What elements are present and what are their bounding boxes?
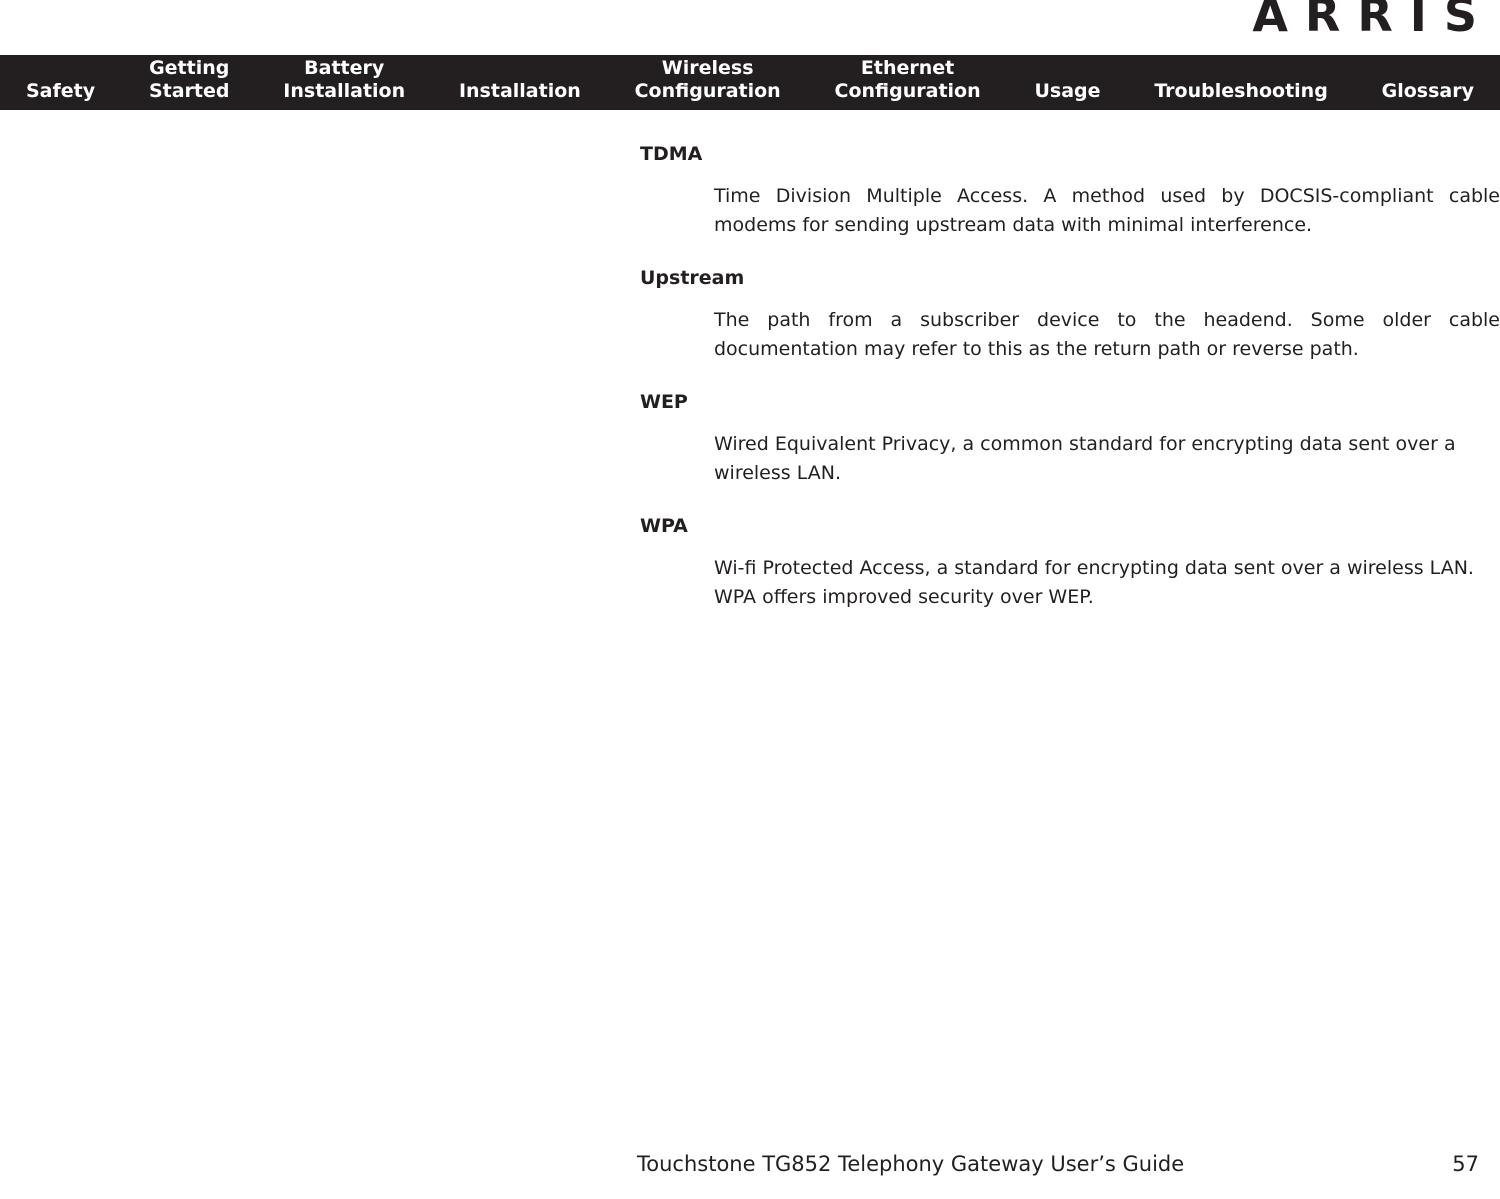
nav-item-label: Configuration	[634, 80, 781, 102]
nav-item-label: Safety	[26, 80, 96, 102]
glossary-term: WEP	[640, 391, 688, 413]
nav-item-troubleshooting[interactable]: Troubleshooting	[1154, 80, 1328, 103]
nav-item-label: Glossary	[1381, 80, 1474, 102]
glossary-definition: Time Division Multiple Access. A method …	[714, 185, 1500, 236]
nav-item-label: Started	[148, 80, 230, 102]
arris-logo: ARRIS	[1252, 0, 1494, 42]
nav-item-label: Getting	[149, 57, 230, 79]
nav-item-label: Wireless	[661, 57, 754, 79]
glossary-term: Upstream	[640, 267, 745, 289]
nav-item-label: Battery	[304, 57, 385, 79]
nav-item-label: Ethernet	[860, 57, 955, 79]
glossary-term: TDMA	[640, 143, 703, 165]
nav-item-safety[interactable]: Safety	[26, 80, 95, 103]
nav-item-label: Troubleshooting	[1154, 80, 1328, 102]
nav-item-glossary[interactable]: Glossary	[1382, 80, 1474, 103]
footer-page-number: 57	[1452, 1152, 1479, 1176]
glossary-content: TDMA Time Division Multiple Access. A met…	[640, 140, 1500, 636]
nav-item-label: Usage	[1034, 80, 1101, 102]
glossary-entry-upstream: Upstream The path from a subscriber devic…	[640, 264, 1500, 364]
nav-item-usage[interactable]: Usage	[1034, 80, 1100, 103]
logo-bar: ARRIS	[0, 0, 1500, 55]
footer-document-title: Touchstone TG852 Telephony Gateway User’…	[637, 1152, 1185, 1176]
nav-item-label: Installation	[458, 80, 581, 102]
nav-item-ethernet-configuration[interactable]: Ethernet Configuration	[835, 57, 981, 103]
glossary-definition: The path from a subscriber device to the…	[714, 309, 1500, 360]
glossary-entry-wpa: WPA Wi-fi Protected Access, a standard fo…	[640, 512, 1500, 612]
nav-item-wireless-configuration[interactable]: Wireless Configuration	[635, 57, 781, 103]
glossary-definition: Wired Equivalent Privacy, a common stand…	[714, 433, 1456, 484]
nav-item-battery-installation[interactable]: Battery Installation	[283, 57, 405, 103]
page-footer: Touchstone TG852 Telephony Gateway User’…	[0, 1149, 1500, 1179]
nav-item-installation[interactable]: Installation	[459, 80, 581, 103]
section-navigation-bar: Safety Getting Started Battery Installation I…	[0, 55, 1500, 110]
nav-item-getting-started[interactable]: Getting Started	[149, 57, 230, 103]
glossary-definition: Wi-fi Protected Access, a standard for e…	[714, 557, 1474, 608]
nav-item-label: Configuration	[834, 80, 981, 102]
glossary-term: WPA	[640, 515, 688, 537]
nav-item-label: Installation	[283, 80, 406, 102]
glossary-entry-wep: WEP Wired Equivalent Privacy, a common st…	[640, 388, 1500, 488]
glossary-entry-tdma: TDMA Time Division Multiple Access. A met…	[640, 140, 1500, 240]
